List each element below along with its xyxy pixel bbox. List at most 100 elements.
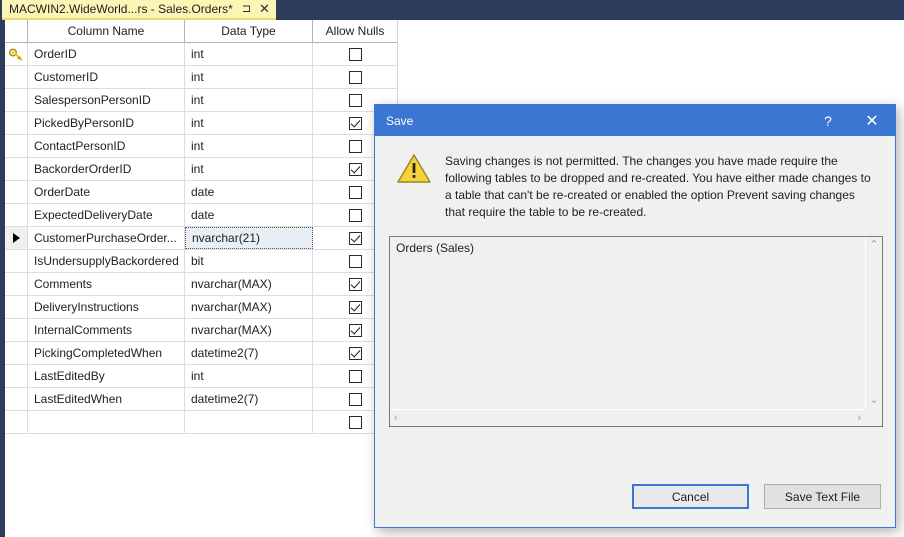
column-name-cell[interactable]: DeliveryInstructions [28, 296, 185, 318]
allow-nulls-checkbox[interactable] [348, 254, 362, 268]
data-type-cell[interactable]: int [185, 365, 313, 387]
table-row[interactable]: SalespersonPersonID int [5, 89, 397, 112]
allow-nulls-checkbox[interactable] [348, 369, 362, 383]
table-row[interactable]: ContactPersonID int [5, 135, 397, 158]
table-row[interactable]: BackorderOrderID int [5, 158, 397, 181]
row-selector[interactable] [5, 204, 28, 226]
data-type-cell[interactable]: datetime2(7) [185, 342, 313, 364]
column-name-cell[interactable]: Comments [28, 273, 185, 295]
editor-tab-sales-orders[interactable]: MACWIN2.WideWorld...rs - Sales.Orders* ⊐… [2, 0, 276, 20]
allow-nulls-checkbox[interactable] [348, 208, 362, 222]
row-selector[interactable] [5, 250, 28, 272]
allow-nulls-cell[interactable] [313, 66, 397, 88]
allow-nulls-checkbox[interactable] [348, 116, 362, 130]
data-type-cell[interactable]: int [185, 66, 313, 88]
grid-header-gutter[interactable] [5, 20, 28, 42]
scroll-down-icon[interactable]: ⌄ [865, 392, 882, 409]
row-selector[interactable] [5, 411, 28, 433]
allow-nulls-checkbox[interactable] [348, 277, 362, 291]
allow-nulls-checkbox[interactable] [348, 231, 362, 245]
table-row[interactable]: OrderDate date [5, 181, 397, 204]
row-selector[interactable] [5, 66, 28, 88]
column-name-cell[interactable]: BackorderOrderID [28, 158, 185, 180]
data-type-cell[interactable]: nvarchar(MAX) [185, 273, 313, 295]
allow-nulls-checkbox[interactable] [348, 93, 362, 107]
allow-nulls-checkbox[interactable] [348, 47, 362, 61]
row-selector[interactable] [5, 319, 28, 341]
scroll-left-icon[interactable]: ‹ [390, 410, 402, 427]
data-type-cell[interactable]: int [185, 43, 313, 65]
table-row[interactable]: CustomerPurchaseOrder... nvarchar(21) [5, 227, 397, 250]
help-button[interactable]: ? [807, 105, 849, 136]
data-type-cell[interactable]: datetime2(7) [185, 388, 313, 410]
data-type-cell[interactable]: int [185, 158, 313, 180]
row-selector[interactable] [5, 365, 28, 387]
grid-header-column-name[interactable]: Column Name [28, 20, 185, 42]
grid-header-data-type[interactable]: Data Type [185, 20, 313, 42]
table-row[interactable]: PickedByPersonID int [5, 112, 397, 135]
row-selector[interactable] [5, 135, 28, 157]
scroll-right-icon[interactable]: › [853, 410, 865, 427]
row-selector[interactable] [5, 181, 28, 203]
scroll-up-icon[interactable]: ⌃ [865, 237, 882, 254]
affected-tables-listbox[interactable]: Orders (Sales) ⌃ ⌄ ‹ › [389, 236, 883, 427]
vertical-scrollbar[interactable]: ⌃ ⌄ [865, 237, 882, 409]
cancel-button[interactable]: Cancel [632, 484, 749, 509]
table-row[interactable]: OrderID int [5, 43, 397, 66]
grid-header-allow-nulls[interactable]: Allow Nulls [313, 20, 397, 42]
current-row-indicator-icon[interactable] [5, 227, 28, 249]
data-type-cell[interactable]: nvarchar(MAX) [185, 319, 313, 341]
row-selector[interactable] [5, 89, 28, 111]
row-selector[interactable] [5, 388, 28, 410]
column-name-cell[interactable]: ContactPersonID [28, 135, 185, 157]
data-type-cell[interactable]: date [185, 204, 313, 226]
affected-tables-list[interactable]: Orders (Sales) [390, 237, 865, 409]
column-name-cell[interactable]: OrderDate [28, 181, 185, 203]
allow-nulls-checkbox[interactable] [348, 139, 362, 153]
close-icon[interactable]: ✕ [259, 0, 270, 18]
table-row[interactable]: IsUndersupplyBackordered bit [5, 250, 397, 273]
data-type-cell[interactable]: int [185, 89, 313, 111]
table-row[interactable]: CustomerID int [5, 66, 397, 89]
column-name-cell[interactable]: CustomerID [28, 66, 185, 88]
column-name-cell[interactable]: ExpectedDeliveryDate [28, 204, 185, 226]
column-name-cell[interactable]: PickingCompletedWhen [28, 342, 185, 364]
column-name-cell[interactable] [28, 411, 185, 433]
data-type-cell[interactable]: int [185, 112, 313, 134]
row-selector[interactable] [5, 112, 28, 134]
data-type-cell[interactable] [185, 411, 313, 433]
table-row[interactable]: LastEditedWhen datetime2(7) [5, 388, 397, 411]
table-row[interactable] [5, 411, 397, 434]
row-selector[interactable] [5, 342, 28, 364]
row-selector[interactable] [5, 158, 28, 180]
close-icon[interactable]: ✕ [849, 105, 895, 136]
allow-nulls-checkbox[interactable] [348, 185, 362, 199]
allow-nulls-checkbox[interactable] [348, 323, 362, 337]
column-name-cell[interactable]: PickedByPersonID [28, 112, 185, 134]
table-row[interactable]: DeliveryInstructions nvarchar(MAX) [5, 296, 397, 319]
horizontal-scrollbar[interactable]: ‹ › [390, 409, 865, 426]
data-type-cell[interactable]: nvarchar(MAX) [185, 296, 313, 318]
primary-key-icon[interactable] [5, 43, 28, 65]
column-name-cell[interactable]: LastEditedWhen [28, 388, 185, 410]
data-type-cell[interactable]: nvarchar(21) [185, 227, 313, 249]
row-selector[interactable] [5, 296, 28, 318]
table-row[interactable]: ExpectedDeliveryDate date [5, 204, 397, 227]
table-row[interactable]: InternalComments nvarchar(MAX) [5, 319, 397, 342]
data-type-cell[interactable]: int [185, 135, 313, 157]
column-name-cell[interactable]: InternalComments [28, 319, 185, 341]
table-row[interactable]: LastEditedBy int [5, 365, 397, 388]
allow-nulls-checkbox[interactable] [348, 415, 362, 429]
column-name-cell[interactable]: IsUndersupplyBackordered [28, 250, 185, 272]
allow-nulls-checkbox[interactable] [348, 162, 362, 176]
table-row[interactable]: PickingCompletedWhen datetime2(7) [5, 342, 397, 365]
allow-nulls-checkbox[interactable] [348, 70, 362, 84]
list-item[interactable]: Orders (Sales) [396, 241, 865, 255]
pin-icon[interactable]: ⊐ [242, 0, 251, 18]
allow-nulls-checkbox[interactable] [348, 346, 362, 360]
column-name-cell[interactable]: LastEditedBy [28, 365, 185, 387]
allow-nulls-cell[interactable] [313, 43, 397, 65]
data-type-cell[interactable]: date [185, 181, 313, 203]
allow-nulls-checkbox[interactable] [348, 300, 362, 314]
allow-nulls-checkbox[interactable] [348, 392, 362, 406]
